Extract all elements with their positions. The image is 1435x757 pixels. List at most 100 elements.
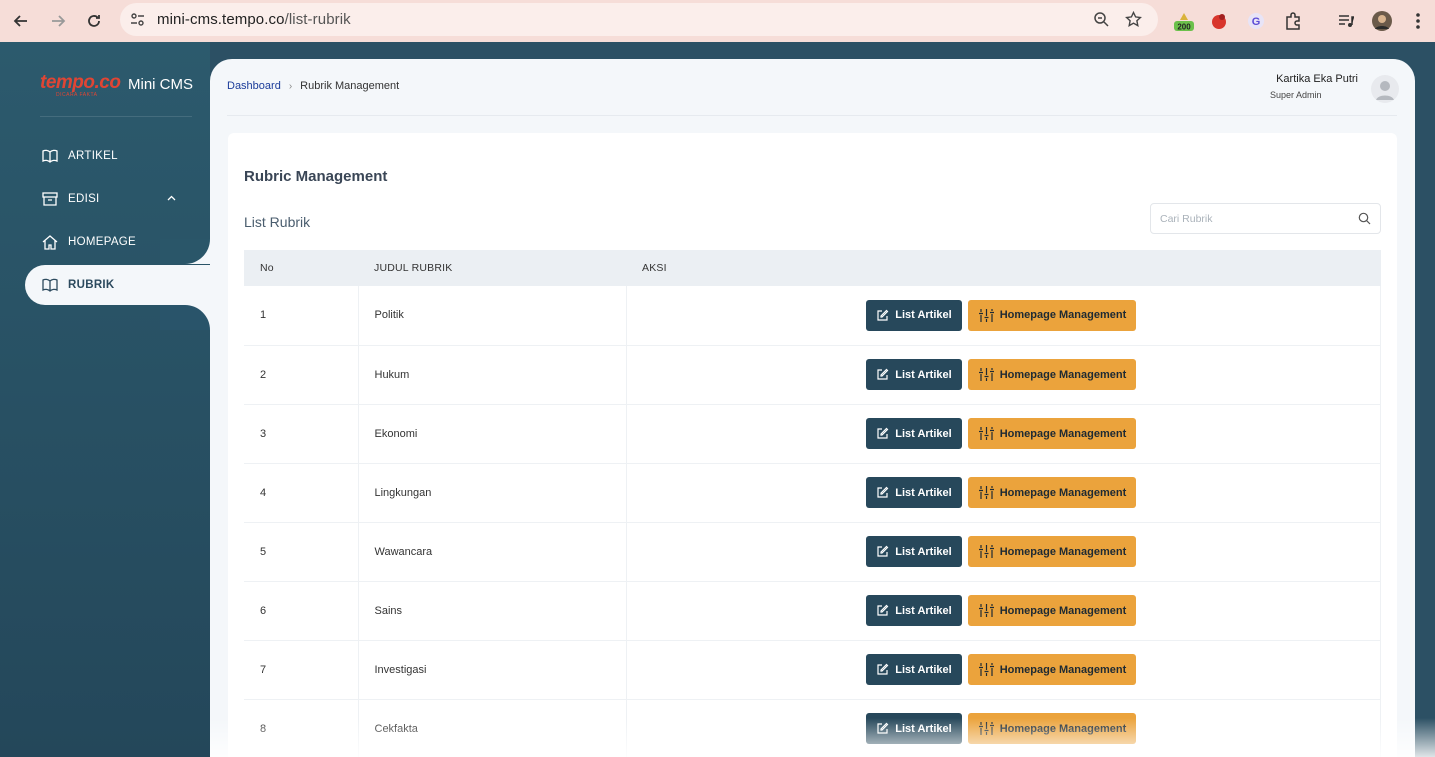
list-artikel-button[interactable]: List Artikel: [866, 595, 962, 626]
sidebar-item-edisi[interactable]: EDISI: [25, 179, 210, 219]
list-artikel-button[interactable]: List Artikel: [866, 418, 962, 449]
cell-no: 2: [244, 345, 358, 405]
browser-toolbar: mini-cms.tempo.co/list-rubrik 200 G: [0, 0, 1435, 42]
button-label: Homepage Management: [999, 545, 1127, 558]
sliders-icon: [978, 366, 995, 383]
button-label: Homepage Management: [999, 486, 1127, 499]
button-label: List Artikel: [895, 427, 952, 440]
user-name[interactable]: Kartika Eka Putri: [1276, 73, 1358, 85]
app-name: Mini CMS: [128, 76, 194, 93]
sidebar-item-label: HOMEPAGE: [68, 236, 137, 248]
homepage-management-button[interactable]: Homepage Management: [967, 536, 1137, 567]
sliders-icon: [978, 720, 995, 737]
sliders-icon: [978, 602, 995, 619]
edit-icon: [876, 427, 889, 440]
homepage-management-button[interactable]: Homepage Management: [967, 654, 1137, 685]
zoom-icon[interactable]: [1093, 11, 1110, 33]
edit-icon: [876, 604, 889, 617]
media-control-icon[interactable]: [1334, 9, 1358, 33]
cell-judul: Hukum: [357, 345, 627, 405]
homepage-management-button[interactable]: Homepage Management: [967, 359, 1137, 390]
search-input[interactable]: [1160, 204, 1350, 233]
homepage-management-button[interactable]: Homepage Management: [967, 595, 1137, 626]
extension-counter-icon[interactable]: 200: [1172, 9, 1196, 33]
sidebar-item-rubrik[interactable]: RUBRIK: [25, 265, 210, 305]
sidebar-item-label: RUBRIK: [68, 279, 115, 291]
table-row: 7 Investigasi List Artikel Homepage Managem…: [244, 640, 1381, 700]
extension-red-icon[interactable]: [1207, 9, 1231, 33]
button-label: List Artikel: [895, 486, 952, 499]
sliders-icon: [978, 425, 995, 442]
header-divider: [227, 115, 1397, 116]
reload-icon[interactable]: [82, 9, 106, 33]
homepage-management-button[interactable]: Homepage Management: [967, 299, 1137, 331]
button-label: Homepage Management: [999, 368, 1127, 381]
svg-text:G: G: [1252, 16, 1261, 28]
sidebar-item-label: EDISI: [68, 193, 100, 205]
list-artikel-button[interactable]: List Artikel: [866, 713, 962, 744]
search-box: [1150, 203, 1381, 234]
cell-aksi: List Artikel Homepage Management: [626, 522, 1381, 582]
edit-icon: [876, 663, 889, 676]
bookmark-star-icon[interactable]: [1125, 10, 1142, 33]
table-row: 1 Politik List Artikel Homepage Management: [244, 286, 1381, 346]
homepage-management-button[interactable]: Homepage Management: [967, 477, 1137, 508]
list-artikel-button[interactable]: List Artikel: [866, 299, 962, 331]
cell-aksi: List Artikel Homepage Management: [626, 463, 1381, 523]
table-row: 3 Ekonomi List Artikel Homepage Management: [244, 404, 1381, 464]
list-artikel-button[interactable]: List Artikel: [866, 477, 962, 508]
cell-judul: Politik: [357, 286, 627, 346]
extensions-puzzle-icon[interactable]: [1281, 9, 1305, 33]
cell-no: 7: [244, 640, 358, 700]
column-header-judul: JUDUL RUBRIK: [358, 250, 626, 286]
cell-judul: Ekonomi: [357, 404, 627, 464]
column-header-no: No: [244, 250, 358, 286]
sidebar: tempo.co DICARA FAKTA Mini CMS ARTIKEL E…: [0, 42, 210, 757]
forward-arrow-icon[interactable]: [46, 9, 70, 33]
homepage-management-button[interactable]: Homepage Management: [967, 713, 1137, 744]
sliders-icon: [978, 484, 995, 501]
rubrik-table: No JUDUL RUBRIK AKSI 1 Politik List Artike…: [244, 250, 1381, 757]
search-icon[interactable]: [1358, 212, 1371, 230]
back-arrow-icon[interactable]: [9, 9, 33, 33]
browser-menu-icon[interactable]: [1406, 9, 1430, 33]
cell-no: 6: [244, 581, 358, 641]
active-tab-curve: [160, 305, 210, 330]
list-artikel-button[interactable]: List Artikel: [866, 359, 962, 390]
cell-judul: Lingkungan: [357, 463, 627, 523]
user-avatar[interactable]: [1371, 75, 1399, 103]
cell-aksi: List Artikel Homepage Management: [626, 345, 1381, 405]
chevron-up-icon[interactable]: [167, 192, 176, 204]
svg-text:200: 200: [1177, 23, 1191, 32]
list-artikel-button[interactable]: List Artikel: [866, 536, 962, 567]
button-label: Homepage Management: [999, 309, 1127, 322]
cell-aksi: List Artikel Homepage Management: [626, 640, 1381, 700]
button-label: List Artikel: [895, 545, 952, 558]
table-row: 8 Cekfakta List Artikel Homepage Management: [244, 699, 1381, 757]
button-label: List Artikel: [895, 604, 952, 617]
book-open-icon: [41, 147, 59, 165]
table-header-row: No JUDUL RUBRIK AKSI: [244, 250, 1381, 286]
url-text: mini-cms.tempo.co/list-rubrik: [157, 11, 351, 28]
button-label: List Artikel: [895, 663, 952, 676]
cell-judul: Sains: [357, 581, 627, 641]
page-title: Rubric Management: [244, 168, 388, 185]
sidebar-divider: [40, 116, 192, 117]
profile-avatar-icon[interactable]: [1370, 9, 1394, 33]
homepage-management-button[interactable]: Homepage Management: [967, 418, 1137, 449]
breadcrumb-current: Rubrik Management: [300, 80, 400, 92]
sidebar-item-artikel[interactable]: ARTIKEL: [25, 136, 210, 176]
extension-g-icon[interactable]: G: [1244, 9, 1268, 33]
breadcrumb-dashboard-link[interactable]: Dashboard: [227, 80, 281, 92]
table-row: 5 Wawancara List Artikel Homepage Managemen…: [244, 522, 1381, 582]
cell-aksi: List Artikel Homepage Management: [626, 404, 1381, 464]
site-settings-icon[interactable]: [129, 11, 146, 33]
user-role: Super Admin: [1270, 90, 1322, 100]
cell-no: 3: [244, 404, 358, 464]
cell-judul: Cekfakta: [357, 699, 627, 757]
table-row: 2 Hukum List Artikel Homepage Management: [244, 345, 1381, 405]
logo-text: tempo.co: [40, 72, 121, 93]
address-bar[interactable]: mini-cms.tempo.co/list-rubrik: [120, 3, 1158, 36]
list-artikel-button[interactable]: List Artikel: [866, 654, 962, 685]
tempo-logo[interactable]: tempo.co DICARA FAKTA: [40, 72, 121, 98]
